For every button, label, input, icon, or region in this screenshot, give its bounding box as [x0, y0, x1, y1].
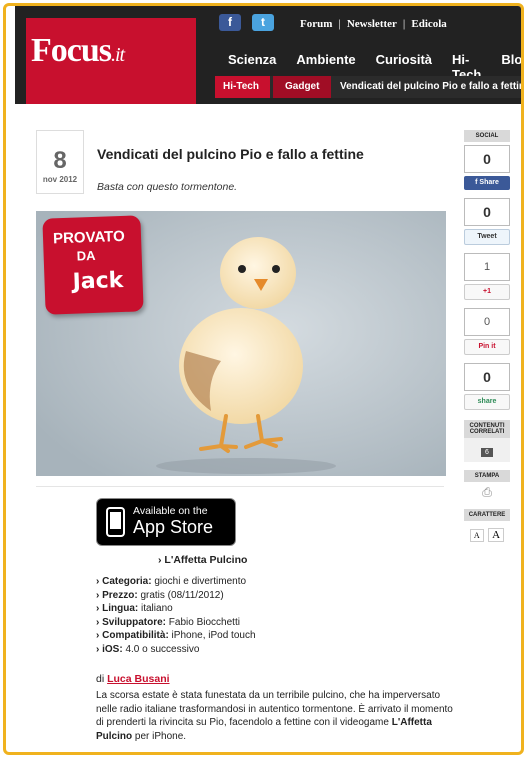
social-sidebar: SOCIAL 0 f Share 0 Tweet 1 +1 0 Pin it 0… [464, 130, 510, 547]
hero-image: PROVATO DA Jack [36, 211, 446, 476]
print-icon[interactable]: ⎙ [464, 482, 510, 503]
pinit-button[interactable]: Pin it [464, 339, 510, 355]
provato-da-jack-badge: PROVATO DA Jack [42, 215, 144, 315]
article-subtitle: Basta con questo tormentone. [97, 181, 238, 193]
print-header: STAMPA [464, 470, 510, 482]
article-title: Vendicati del pulcino Pio e fallo a fett… [97, 146, 364, 162]
article-body: La scorsa estate è stata funestata da un… [96, 690, 453, 742]
spec-row: › Lingua: italiano [96, 603, 173, 615]
gplus-count: 1 [464, 253, 510, 281]
share-count: 0 [464, 363, 510, 391]
font-increase-button[interactable]: A [488, 528, 505, 542]
top-links: Forum | Newsletter | Edicola [300, 18, 447, 30]
facebook-share-button[interactable]: f Share [464, 176, 510, 190]
author-line: di Luca Busani [96, 673, 170, 685]
facebook-icon[interactable]: f [219, 14, 241, 31]
date-month: nov 2012 [42, 175, 78, 184]
app-name: › L'Affetta Pulcino [158, 554, 248, 566]
social-header: SOCIAL [464, 130, 510, 142]
breadcrumb-hitech[interactable]: Hi-Tech [215, 76, 270, 98]
divider [36, 486, 444, 487]
page-frame: f t Forum | Newsletter | Edicola Scienza… [3, 3, 524, 755]
font-size-controls: A A [464, 521, 510, 547]
facebook-count: 0 [464, 145, 510, 173]
logo-text: Focus.it [31, 32, 125, 69]
newsletter-link[interactable]: Newsletter [347, 18, 397, 30]
date-day: 8 [53, 147, 67, 174]
edicola-link[interactable]: Edicola [411, 18, 446, 30]
breadcrumb-gadget[interactable]: Gadget [273, 76, 331, 98]
font-size-header: CARATTERE [464, 509, 510, 521]
date-box: 8 nov 2012 [36, 130, 84, 194]
forum-link[interactable]: Forum [300, 18, 332, 30]
share-button[interactable]: share [464, 394, 510, 410]
breadcrumb-current: Vendicati del pulcino Pio e fallo a fett… [340, 81, 524, 92]
related-box[interactable]: 6 [464, 438, 510, 462]
spec-row: › iOS: 4.0 o successivo [96, 643, 200, 655]
gplus-button[interactable]: +1 [464, 284, 510, 300]
related-count-badge: 6 [481, 448, 493, 457]
app-store-button[interactable]: Available on the App Store [96, 498, 236, 546]
spec-row: › Prezzo: gratis (08/11/2012) [96, 589, 224, 601]
separator: | [338, 18, 341, 30]
iphone-icon [106, 507, 125, 537]
twitter-icon[interactable]: t [252, 14, 274, 31]
twitter-count: 0 [464, 198, 510, 226]
related-header: CONTENUTI CORRELATI [464, 420, 510, 438]
app-specs: › Categoria: giochi e divertimento › Pre… [96, 575, 256, 657]
tweet-button[interactable]: Tweet [464, 229, 510, 245]
pinterest-count: 0 [464, 308, 510, 336]
spec-row: › Categoria: giochi e divertimento [96, 576, 247, 587]
spec-row: › Sviluppatore: Fabio Biocchetti [96, 616, 240, 628]
font-decrease-button[interactable]: A [469, 529, 484, 542]
author-link[interactable]: Luca Busani [107, 673, 169, 685]
spec-row: › Compatibilità: iPhone, iPod touch [96, 630, 256, 642]
breadcrumb: Hi-Tech Gadget Vendicati del pulcino Pio… [215, 76, 524, 98]
separator: | [402, 18, 406, 30]
